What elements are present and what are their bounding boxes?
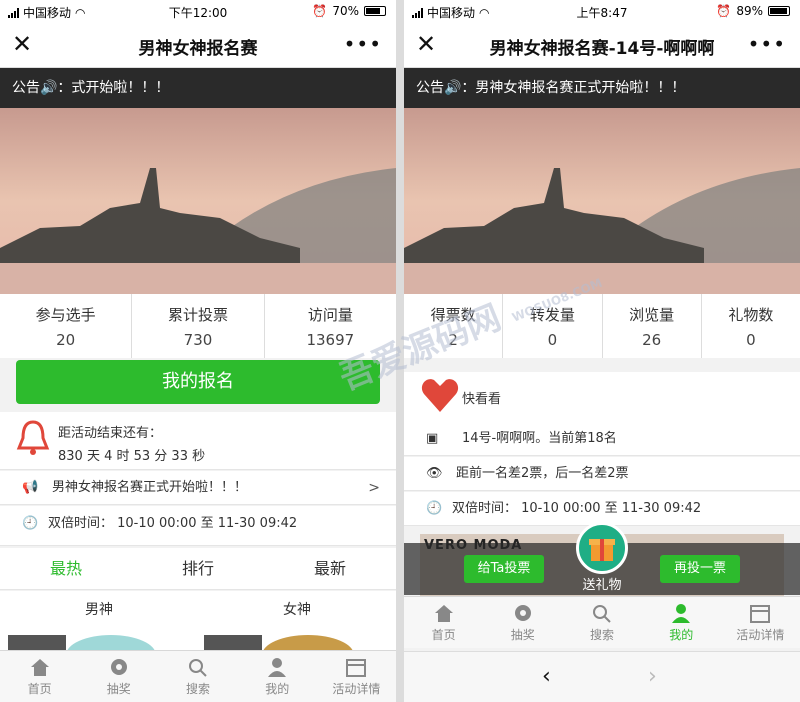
cubes-icon: ▣ bbox=[426, 431, 439, 446]
my-signup-button[interactable]: 我的报名 bbox=[16, 360, 380, 404]
nav-search[interactable]: 搜索 bbox=[158, 651, 237, 702]
phone-screen-left: 中国移动 ◠ 下午12:00 ⏰ 70% ✕ 男神女神报名赛 ••• 公告🔊：式… bbox=[0, 0, 396, 702]
user-icon bbox=[268, 658, 287, 677]
gift-button[interactable] bbox=[576, 522, 628, 574]
forward-icon[interactable]: › bbox=[648, 664, 657, 689]
bottom-nav: 首页 抽奖 搜索 我的 活动详情 bbox=[0, 650, 396, 702]
bell-icon bbox=[16, 420, 50, 455]
nav-mine[interactable]: 我的 bbox=[642, 597, 721, 648]
gender-columns: 男神 女神 bbox=[0, 591, 396, 675]
announcement-text: 男神女神报名赛正式开始啦！！！ bbox=[52, 480, 248, 495]
more-icon[interactable]: ••• bbox=[344, 32, 382, 56]
gift-icon bbox=[589, 539, 615, 561]
status-right: ⏰ 89% bbox=[716, 4, 790, 18]
close-icon[interactable]: ✕ bbox=[416, 32, 436, 56]
gender-female: 女神 bbox=[198, 591, 396, 675]
tab-rank[interactable]: 排行 bbox=[132, 548, 264, 589]
nav-lottery[interactable]: 抽奖 bbox=[79, 651, 158, 702]
stats-row: 参与选手 20 累计投票 730 访问量 13697 bbox=[0, 294, 396, 358]
double-time-text: 双倍时间： 10-10 00:00 至 11-30 09:42 bbox=[48, 516, 298, 531]
stat-votes: 得票数 2 bbox=[404, 294, 504, 358]
search-icon bbox=[189, 659, 207, 677]
clock-icon: 🕘 bbox=[426, 501, 443, 516]
search-icon bbox=[593, 605, 611, 623]
bottom-nav: 首页 抽奖 搜索 我的 活动详情 bbox=[404, 596, 800, 648]
double-time-row: 🕘 双倍时间： 10-10 00:00 至 11-30 09:42 bbox=[404, 492, 800, 526]
status-right: ⏰ 70% bbox=[312, 4, 386, 18]
stat-visits: 访问量 13697 bbox=[306, 306, 355, 349]
clock-icon: 🕘 bbox=[22, 516, 39, 531]
page-title: 男神女神报名赛 bbox=[138, 39, 258, 59]
nav-mine[interactable]: 我的 bbox=[238, 651, 317, 702]
rank-text: 14号-啊啊啊。当前第18名 bbox=[462, 431, 617, 446]
nav-lottery[interactable]: 抽奖 bbox=[483, 597, 562, 648]
megaphone-icon: 📢 bbox=[22, 480, 39, 495]
double-time-text: 双倍时间： 10-10 00:00 至 11-30 09:42 bbox=[452, 501, 702, 516]
vote-button[interactable]: 给Ta投票 bbox=[464, 555, 544, 583]
eye-icon: 👁 bbox=[426, 466, 443, 481]
gift-label: 送礼物 bbox=[582, 578, 622, 593]
heart-text: 快看看 bbox=[462, 392, 502, 407]
back-icon[interactable]: ‹ bbox=[542, 664, 551, 689]
sort-tabs: 最热 排行 最新 bbox=[0, 548, 396, 590]
rank-row: ▣ 14号-啊啊啊。当前第18名 bbox=[404, 422, 800, 456]
gap-text: 距前一名差2票，后一名差2票 bbox=[456, 466, 629, 481]
stat-shares: 转发量 0 bbox=[503, 294, 603, 358]
tab-hot[interactable]: 最热 bbox=[0, 548, 132, 589]
alarm-icon: ⏰ bbox=[312, 4, 328, 18]
battery-icon bbox=[768, 6, 790, 16]
gap-row: 👁 距前一名差2票，后一名差2票 bbox=[404, 457, 800, 491]
banner-image bbox=[0, 108, 396, 294]
gear-icon bbox=[110, 659, 127, 675]
heart-row: 快看看 bbox=[404, 372, 800, 422]
page-title: 男神女神报名赛-14号-啊啊啊 bbox=[489, 39, 715, 59]
banner-image bbox=[404, 108, 800, 294]
gear-icon bbox=[514, 605, 531, 621]
chevron-right-icon: > bbox=[368, 480, 380, 496]
gender-male: 男神 bbox=[0, 591, 198, 675]
calendar-icon bbox=[750, 605, 771, 623]
more-icon[interactable]: ••• bbox=[748, 32, 786, 56]
title-bar: ✕ 男神女神报名赛 ••• bbox=[0, 22, 396, 68]
tab-new[interactable]: 最新 bbox=[264, 548, 396, 589]
stats-row: 得票数 2 转发量 0 浏览量 26 礼物数 0 bbox=[404, 294, 800, 358]
countdown-label: 距活动结束还有： bbox=[58, 426, 163, 441]
phone-screen-right: 中国移动 ◠ 上午8:47 ⏰ 89% ✕ 男神女神报名赛-14号-啊啊啊 ••… bbox=[404, 0, 800, 702]
notice-bar: 公告🔊：式开始啦！！！ bbox=[0, 68, 396, 108]
stat-votes: 累计投票 730 bbox=[132, 294, 265, 358]
home-icon bbox=[434, 605, 453, 622]
alarm-icon: ⏰ bbox=[716, 4, 732, 18]
browser-toolbar: ‹ › bbox=[404, 651, 800, 702]
stat-gifts: 礼物数 0 bbox=[728, 306, 774, 349]
announcement-row[interactable]: 📢 男神女神报名赛正式开始啦！！！ > bbox=[0, 471, 396, 505]
battery-icon bbox=[364, 6, 386, 16]
battery-percent: 70% bbox=[332, 4, 359, 18]
title-bar: ✕ 男神女神报名赛-14号-啊啊啊 ••• bbox=[404, 22, 800, 68]
countdown-panel: 距活动结束还有： 830 天 4 时 53 分 33 秒 bbox=[0, 412, 396, 470]
nav-details[interactable]: 活动详情 bbox=[317, 651, 396, 702]
heart-icon[interactable] bbox=[420, 376, 460, 414]
nav-search[interactable]: 搜索 bbox=[562, 597, 641, 648]
user-icon bbox=[672, 604, 691, 623]
stat-players: 参与选手 20 bbox=[0, 294, 133, 358]
gender-male-label: 男神 bbox=[85, 602, 113, 618]
revote-button[interactable]: 再投一票 bbox=[660, 555, 740, 583]
status-bar: 中国移动 ◠ 上午8:47 ⏰ 89% bbox=[404, 0, 800, 22]
app-screenshot-pair: 中国移动 ◠ 下午12:00 ⏰ 70% ✕ 男神女神报名赛 ••• 公告🔊：式… bbox=[0, 0, 800, 702]
home-icon bbox=[30, 659, 49, 676]
battery-percent: 89% bbox=[736, 4, 763, 18]
stat-views: 浏览量 26 bbox=[603, 294, 702, 358]
gender-female-label: 女神 bbox=[283, 602, 311, 618]
nav-home[interactable]: 首页 bbox=[0, 651, 79, 702]
calendar-icon bbox=[346, 659, 367, 677]
status-bar: 中国移动 ◠ 下午12:00 ⏰ 70% bbox=[0, 0, 396, 22]
countdown-value: 830 天 4 时 53 分 33 秒 bbox=[58, 449, 206, 464]
double-time-row: 🕘 双倍时间： 10-10 00:00 至 11-30 09:42 bbox=[0, 506, 396, 546]
nav-home[interactable]: 首页 bbox=[404, 597, 483, 648]
notice-bar: 公告🔊：男神女神报名赛正式开始啦！！！ bbox=[404, 68, 800, 108]
close-icon[interactable]: ✕ bbox=[12, 32, 32, 56]
nav-details[interactable]: 活动详情 bbox=[721, 597, 800, 648]
